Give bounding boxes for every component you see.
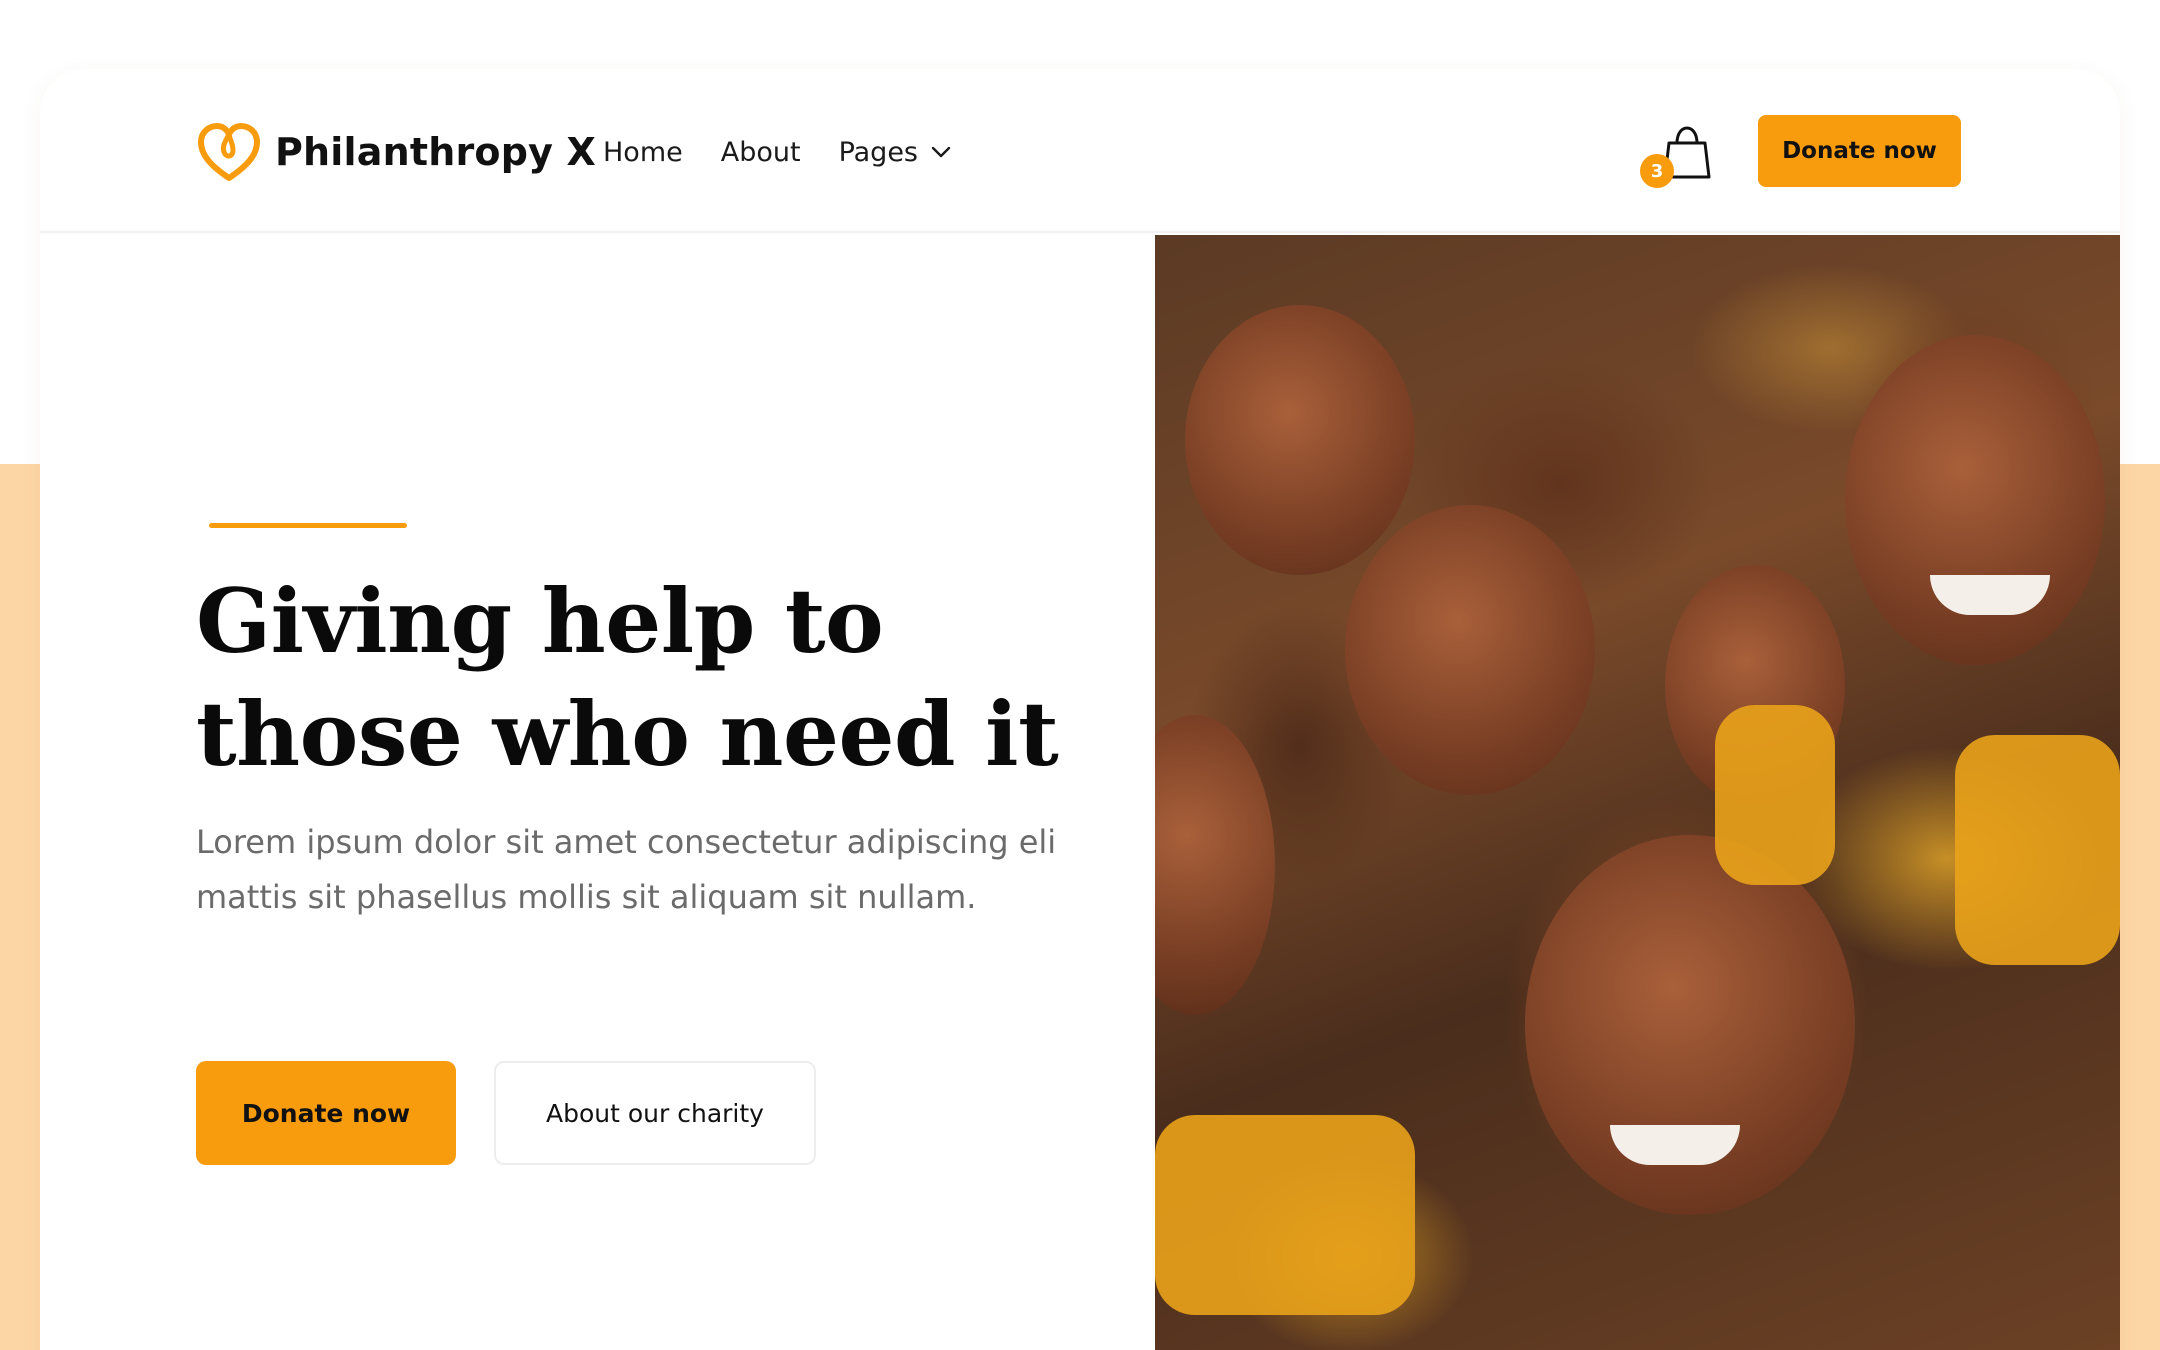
- nav-item-pages[interactable]: Pages: [839, 137, 952, 168]
- brand-logo-link[interactable]: Philanthropy X: [197, 122, 596, 182]
- accent-divider: [209, 523, 407, 528]
- cart-button[interactable]: 3: [1640, 125, 1712, 197]
- cart-count-badge: 3: [1640, 154, 1674, 188]
- brand-name: Philanthropy X: [275, 130, 597, 174]
- photo-child-face: [1155, 715, 1275, 1015]
- photo-child-face: [1345, 505, 1595, 795]
- photo-child-face: [1185, 305, 1415, 575]
- heart-icon: [198, 123, 260, 181]
- photo-child-face: [1845, 335, 2105, 665]
- hero-title: Giving help to those who need it: [196, 569, 1059, 786]
- hero-image: [1155, 235, 2120, 1350]
- navbar: Philanthropy X Home About Pages 3 Donate…: [40, 69, 2120, 233]
- nav-item-home[interactable]: Home: [603, 137, 683, 168]
- page-card: Philanthropy X Home About Pages 3 Donate…: [40, 69, 2120, 1350]
- nav-item-pages-label: Pages: [838, 136, 918, 168]
- hero-donate-button[interactable]: Donate now: [196, 1061, 456, 1165]
- photo-shirt: [1715, 705, 1835, 885]
- nav-donate-button[interactable]: Donate now: [1758, 115, 1961, 187]
- photo-shirt: [1155, 1115, 1415, 1315]
- photo-smile: [1610, 1125, 1740, 1165]
- about-charity-button[interactable]: About our charity: [494, 1061, 816, 1165]
- hero-content: Giving help to those who need it Lorem i…: [40, 235, 1155, 1350]
- main-nav: Home About Pages: [603, 131, 990, 173]
- chevron-down-icon: [931, 146, 951, 158]
- nav-item-about[interactable]: About: [721, 137, 801, 168]
- photo-shirt: [1955, 735, 2120, 965]
- hero-subtitle: Lorem ipsum dolor sit amet consectetur a…: [196, 823, 1057, 916]
